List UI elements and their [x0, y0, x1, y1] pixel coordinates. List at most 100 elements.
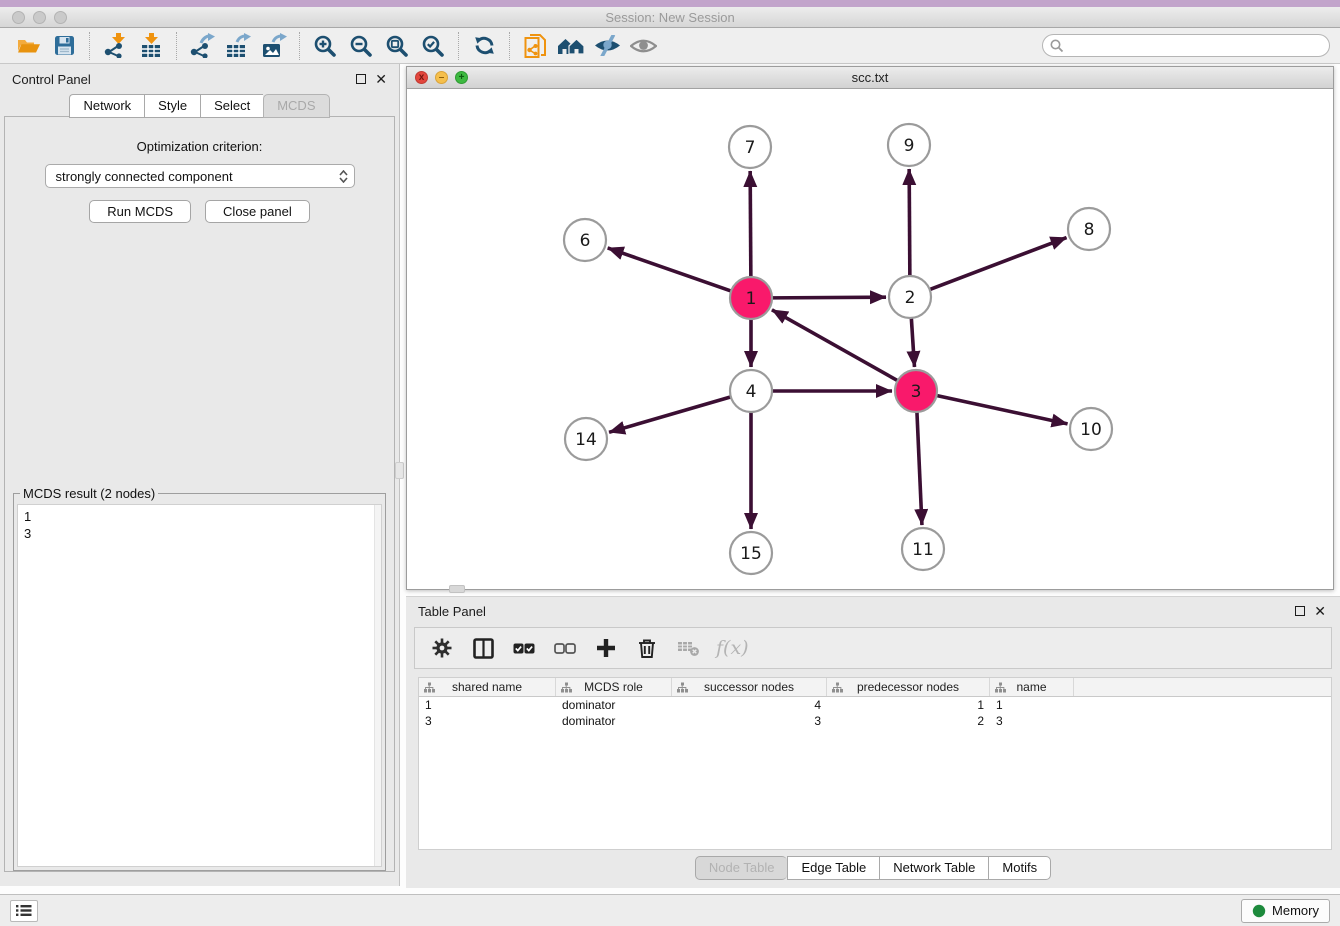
vertical-splitter-handle[interactable]: [395, 462, 404, 479]
zoom-selected-button[interactable]: [415, 31, 451, 61]
hide-graphics-details-button[interactable]: [589, 31, 625, 61]
export-image-button[interactable]: [256, 31, 292, 61]
node-label: 8: [1084, 220, 1095, 240]
search-input[interactable]: [1042, 34, 1330, 57]
table-row[interactable]: 1dominator411: [419, 697, 1331, 713]
open-session-button[interactable]: [10, 31, 46, 61]
show-graphics-details-button[interactable]: [625, 31, 661, 61]
criterion-select[interactable]: strongly connected component: [45, 164, 355, 188]
result-scrollbar[interactable]: [374, 505, 381, 866]
node-6[interactable]: 6: [564, 219, 606, 261]
close-window-button[interactable]: [12, 11, 25, 24]
edge-1-6[interactable]: [608, 248, 732, 291]
import-table-button[interactable]: [133, 31, 169, 61]
column-header-shared-name[interactable]: shared name: [419, 678, 556, 696]
node-1[interactable]: 1: [730, 277, 772, 319]
node-4[interactable]: 4: [730, 370, 772, 412]
save-session-button[interactable]: [46, 31, 82, 61]
houses-button[interactable]: [553, 31, 589, 61]
refresh-icon: [473, 34, 496, 57]
node-9[interactable]: 9: [888, 124, 930, 166]
delete-table-button[interactable]: [675, 633, 701, 663]
tab-motifs[interactable]: Motifs: [988, 856, 1051, 880]
network-window-controls[interactable]: x – +: [415, 71, 468, 84]
new-network-from-selection-button[interactable]: [517, 31, 553, 61]
column-header-successor-nodes[interactable]: successor nodes: [672, 678, 827, 696]
network-maximize-button[interactable]: +: [455, 71, 468, 84]
node-15[interactable]: 15: [730, 532, 772, 574]
minimize-window-button[interactable]: [33, 11, 46, 24]
tab-mcds[interactable]: MCDS: [263, 94, 329, 118]
import-network-button[interactable]: [97, 31, 133, 61]
select-all-button[interactable]: [511, 633, 537, 663]
toolbar-separator: [299, 32, 300, 60]
export-network-button[interactable]: [184, 31, 220, 61]
node-3[interactable]: 3: [895, 370, 937, 412]
node-8[interactable]: 8: [1068, 208, 1110, 250]
task-history-button[interactable]: [10, 900, 38, 922]
float-table-panel-icon[interactable]: [1295, 606, 1305, 616]
close-panel-icon[interactable]: ✕: [375, 74, 387, 84]
edge-3-11[interactable]: [917, 412, 922, 525]
float-panel-icon[interactable]: [356, 74, 366, 84]
table-panel: Table Panel ✕: [406, 596, 1340, 888]
column-header-name[interactable]: name: [990, 678, 1074, 696]
column-header-label: shared name: [452, 680, 522, 694]
edge-4-14[interactable]: [609, 397, 731, 432]
mcds-result-list[interactable]: 13: [17, 504, 382, 867]
edge-1-7[interactable]: [750, 171, 751, 277]
tab-network-table[interactable]: Network Table: [879, 856, 988, 880]
create-column-button[interactable]: [593, 633, 619, 663]
zoom-selected-icon: [421, 34, 445, 58]
edge-3-10[interactable]: [937, 395, 1068, 423]
run-mcds-button[interactable]: Run MCDS: [89, 200, 191, 223]
zoom-fit-button[interactable]: [379, 31, 415, 61]
delete-column-button[interactable]: [634, 633, 660, 663]
toggle-panel-layout-button[interactable]: [470, 633, 496, 663]
node-7[interactable]: 7: [729, 126, 771, 168]
close-table-panel-icon[interactable]: ✕: [1314, 606, 1326, 616]
network-close-button[interactable]: x: [415, 71, 428, 84]
window-controls[interactable]: [12, 11, 67, 24]
tab-network[interactable]: Network: [69, 94, 144, 118]
memory-button[interactable]: Memory: [1241, 899, 1330, 923]
workspace: Control Panel ✕ NetworkStyleSelectMCDS O…: [0, 64, 1340, 894]
tab-style[interactable]: Style: [144, 94, 200, 118]
edge-1-2[interactable]: [772, 297, 886, 298]
table-settings-button[interactable]: [429, 633, 455, 663]
node-10[interactable]: 10: [1070, 408, 1112, 450]
edge-2-8[interactable]: [930, 238, 1067, 290]
refresh-layout-button[interactable]: [466, 31, 502, 61]
network-canvas[interactable]: 7 9 6 8 1 2 4 3 14 10 15 11: [407, 89, 1333, 589]
mcds-result-title: MCDS result (2 nodes): [20, 486, 158, 501]
column-header-mcds-role[interactable]: MCDS role: [556, 678, 672, 696]
export-table-button[interactable]: [220, 31, 256, 61]
network-minimize-button[interactable]: –: [435, 71, 448, 84]
tab-select[interactable]: Select: [200, 94, 263, 118]
node-14[interactable]: 14: [565, 418, 607, 460]
function-builder-button[interactable]: f(x): [716, 633, 749, 663]
horizontal-splitter-handle[interactable]: [449, 585, 465, 593]
toolbar-separator: [176, 32, 177, 60]
search-container: [1042, 34, 1330, 57]
control-panel-tabs: NetworkStyleSelectMCDS: [0, 94, 399, 118]
edge-2-9[interactable]: [909, 169, 910, 276]
table-panel-tabs: Node TableEdge TableNetwork TableMotifs: [406, 856, 1340, 880]
table-cell: 1: [419, 697, 556, 713]
edge-2-3[interactable]: [911, 318, 914, 367]
network-window-titlebar[interactable]: x – + scc.txt: [407, 67, 1333, 89]
zoom-in-button[interactable]: [307, 31, 343, 61]
node-11[interactable]: 11: [902, 528, 944, 570]
edge-3-1[interactable]: [772, 310, 898, 381]
column-header-predecessor-nodes[interactable]: predecessor nodes: [827, 678, 990, 696]
node-2[interactable]: 2: [889, 276, 931, 318]
table-panel-title: Table Panel: [418, 604, 486, 619]
zoom-out-button[interactable]: [343, 31, 379, 61]
tab-node-table[interactable]: Node Table: [695, 856, 788, 880]
tab-edge-table[interactable]: Edge Table: [787, 856, 879, 880]
zoom-window-button[interactable]: [54, 11, 67, 24]
close-panel-button[interactable]: Close panel: [205, 200, 310, 223]
table-row[interactable]: 3dominator323: [419, 713, 1331, 729]
deselect-all-button[interactable]: [552, 633, 578, 663]
network-document-icon: [524, 33, 547, 59]
